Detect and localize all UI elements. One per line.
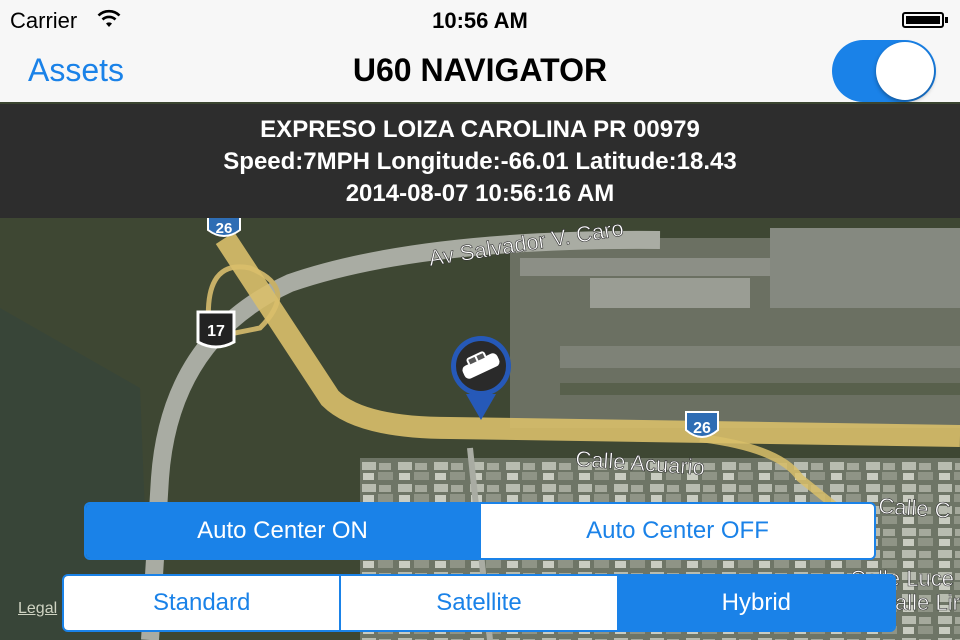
navigation-bar: Assets U60 NAVIGATOR (0, 40, 960, 102)
street-label-calle-c: Calle C (878, 493, 952, 523)
shield-26-top-label: 26 (216, 220, 233, 237)
vehicle-telemetry: Speed:7MPH Longitude:-66.01 Latitude:18.… (223, 148, 737, 175)
map-type-hybrid-option[interactable]: Hybrid (618, 576, 894, 630)
tracking-toggle[interactable] (832, 40, 936, 102)
auto-center-on-option[interactable]: Auto Center ON (86, 504, 481, 558)
toggle-knob (876, 42, 934, 100)
airport-apron (770, 228, 960, 308)
status-time: 10:56 AM (432, 8, 528, 33)
terminal-building (590, 278, 750, 308)
battery-icon (902, 12, 948, 28)
status-bar: Carrier 10:56 AM (0, 0, 960, 40)
legal-link[interactable]: Legal (18, 600, 57, 618)
street-label-calle-lira: alle Lira (895, 590, 960, 615)
shield-17-label: 17 (207, 323, 225, 340)
vehicle-timestamp: 2014-08-07 10:56:16 AM (345, 180, 615, 207)
shield-26-mid-label: 26 (693, 420, 711, 437)
auto-center-control: Auto Center ON Auto Center OFF (84, 502, 876, 560)
vehicle-address: EXPRESO LOIZA CAROLINA PR 00979 (260, 116, 700, 143)
map-type-control: Standard Satellite Hybrid (62, 574, 896, 632)
map-type-standard-option[interactable]: Standard (64, 576, 342, 630)
runway-2 (560, 346, 960, 368)
page-title: U60 NAVIGATOR (352, 52, 608, 88)
vehicle-info-panel: EXPRESO LOIZA CAROLINA PR 00979 Speed:7M… (0, 104, 960, 218)
map-type-satellite-option[interactable]: Satellite (341, 576, 619, 630)
auto-center-off-option[interactable]: Auto Center OFF (481, 504, 874, 558)
